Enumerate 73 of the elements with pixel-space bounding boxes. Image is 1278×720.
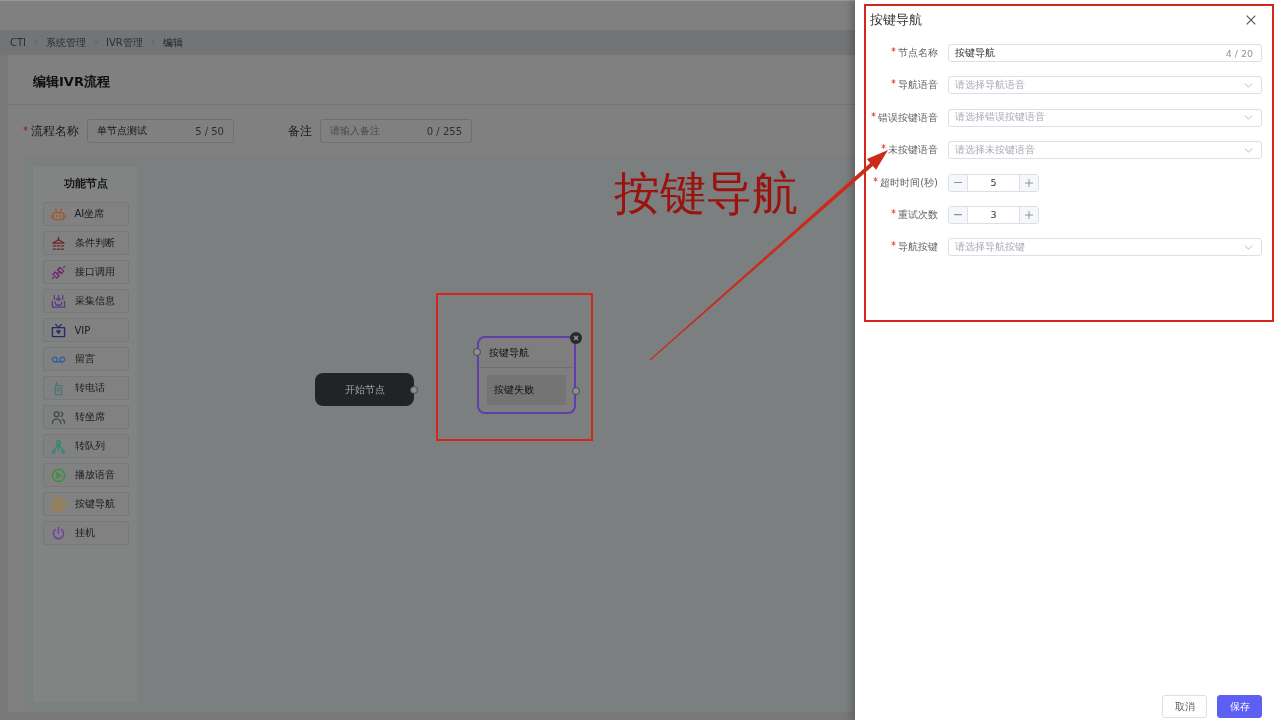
- link-icon: [50, 264, 66, 280]
- select-field[interactable]: 请选择错误按键语音: [948, 108, 1262, 127]
- select-field[interactable]: 请选择未按键语音: [948, 141, 1262, 160]
- port-icon[interactable]: [473, 348, 481, 356]
- palette-item[interactable]: 转坐席: [42, 405, 129, 429]
- chevron-down-icon: [1244, 147, 1253, 153]
- power-icon: [50, 525, 66, 541]
- users-icon: [50, 409, 66, 425]
- palette-item[interactable]: VIP: [42, 318, 129, 342]
- palette-item[interactable]: 转电话: [42, 376, 129, 400]
- text-field[interactable]: 单节点测试 5 / 50: [87, 119, 234, 143]
- close-icon[interactable]: [1246, 15, 1256, 25]
- node-title: 按键导航: [489, 345, 529, 360]
- inbox-icon: [50, 293, 66, 309]
- port-icon[interactable]: [410, 386, 418, 394]
- breadcrumb-current: 编辑: [162, 35, 183, 50]
- text-field[interactable]: 按键导航 4 / 20: [948, 44, 1262, 62]
- field-label: 导航语音: [898, 78, 938, 93]
- save-button[interactable]: 保存: [1217, 695, 1262, 718]
- drawer-title: 按键导航: [870, 11, 922, 29]
- decrement-button[interactable]: [949, 206, 968, 223]
- port-icon[interactable]: [572, 387, 580, 395]
- plus-icon: [1025, 178, 1033, 187]
- hierarchy-icon: [50, 235, 66, 251]
- start-node[interactable]: 开始节点: [315, 373, 414, 406]
- field-label: 导航按键: [898, 240, 938, 255]
- character-count: 4 / 20: [1225, 47, 1253, 59]
- menu-node[interactable]: 按键导航 按键失败: [477, 336, 576, 414]
- node-title: 开始节点: [344, 382, 385, 397]
- chevron-down-icon: [1244, 115, 1253, 121]
- page-title: 编辑IVR流程: [33, 72, 110, 91]
- field-label: 超时时间(秒): [880, 175, 938, 190]
- branch-row: 按键失败: [487, 375, 566, 405]
- cancel-button[interactable]: 取消: [1162, 695, 1207, 718]
- breadcrumb-link[interactable]: 系统管理: [46, 35, 87, 50]
- chevron-down-icon: [1244, 244, 1253, 250]
- palette-item[interactable]: 留言: [42, 347, 129, 371]
- palette-item[interactable]: 按键导航: [42, 492, 129, 516]
- plus-icon: [1025, 210, 1033, 219]
- callout-text: 按键导航: [614, 170, 798, 216]
- chevron-down-icon: [1244, 82, 1253, 88]
- palette-item[interactable]: 接口调用: [42, 260, 129, 284]
- minus-icon: [954, 181, 962, 184]
- character-count: 5 / 50: [195, 125, 224, 137]
- palette-item[interactable]: 采集信息: [42, 289, 129, 313]
- decrement-button[interactable]: [949, 174, 968, 191]
- keypad-icon: [50, 496, 66, 512]
- field-label: 流程名称: [31, 122, 79, 140]
- palette-item[interactable]: 挂机: [42, 521, 129, 545]
- increment-button[interactable]: [1019, 206, 1038, 223]
- character-count: 0 / 255: [426, 125, 462, 137]
- select-field[interactable]: 请选择导航按键: [948, 238, 1262, 257]
- palette-item[interactable]: 播放语音: [42, 463, 129, 487]
- field-label: 重试次数: [898, 207, 938, 222]
- field-label: 错误按键语音: [878, 110, 938, 125]
- number-input[interactable]: 3: [948, 205, 1039, 224]
- close-icon[interactable]: [570, 332, 582, 344]
- breadcrumb-link[interactable]: CTI: [10, 37, 27, 48]
- palette-item[interactable]: AI坐席: [42, 202, 129, 226]
- robot-icon: [50, 206, 66, 222]
- number-input[interactable]: 5: [948, 173, 1039, 192]
- network-icon: [50, 438, 66, 454]
- select-field[interactable]: 请选择导航语音: [948, 76, 1262, 95]
- palette-title: 功能节点: [63, 176, 108, 191]
- field-label: 备注: [288, 122, 312, 140]
- palette-item[interactable]: 转队列: [42, 434, 129, 458]
- field-label: 节点名称: [898, 46, 938, 60]
- tv-icon: [50, 322, 66, 338]
- breadcrumb-link[interactable]: IVR管理: [106, 35, 143, 50]
- minus-icon: [954, 214, 962, 216]
- palette-item[interactable]: 条件判断: [42, 231, 129, 255]
- field-label: 未按键语音: [888, 143, 938, 158]
- increment-button[interactable]: [1019, 174, 1038, 191]
